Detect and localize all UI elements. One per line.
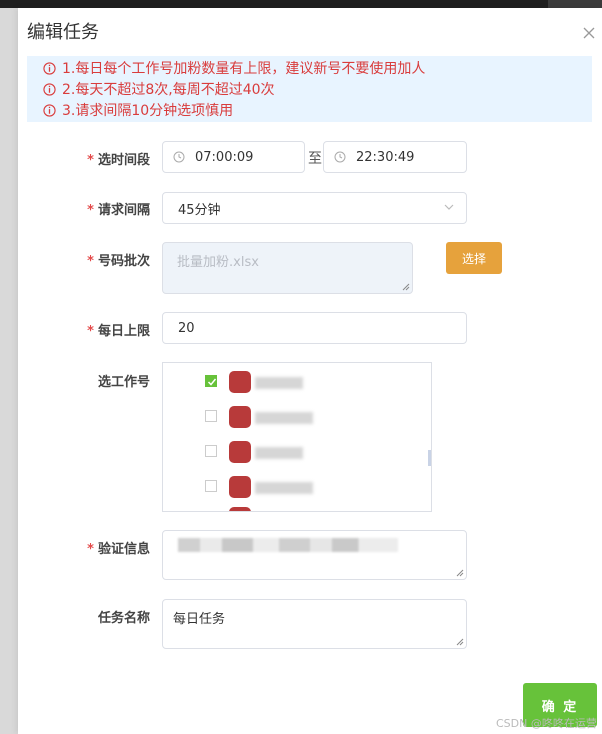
alert-line: 1.每日每个工作号加粉数量有上限，建议新号不要使用加人 bbox=[43, 58, 425, 78]
range-separator: 至 bbox=[308, 151, 322, 167]
background-page bbox=[0, 8, 18, 734]
alert-line: 2.每天不超过8次,每周不超过40次 bbox=[43, 79, 275, 99]
start-time-input[interactable]: 07:00:09 bbox=[162, 141, 305, 173]
task-name-value: 每日任务 bbox=[173, 612, 226, 627]
redacted-name bbox=[255, 412, 313, 424]
batch-file-input: 批量加粉.xlsx bbox=[162, 242, 413, 294]
resize-handle-icon bbox=[456, 569, 464, 577]
daily-limit-label: * 每日上限 bbox=[87, 324, 150, 339]
resize-handle-icon bbox=[456, 638, 464, 646]
interval-select[interactable]: 45分钟 bbox=[162, 192, 467, 224]
daily-limit-input[interactable]: 20 bbox=[162, 312, 467, 344]
worker-item[interactable] bbox=[205, 474, 217, 498]
interval-value: 45分钟 bbox=[178, 202, 221, 218]
redacted-name bbox=[255, 447, 303, 459]
close-icon[interactable] bbox=[582, 26, 596, 40]
redacted-name bbox=[255, 377, 303, 389]
dialog-title: 编辑任务 bbox=[27, 22, 99, 43]
worker-checkbox[interactable] bbox=[205, 480, 217, 492]
time-range-label: * 选时间段 bbox=[87, 153, 150, 168]
alert-text: 3.请求间隔10分钟选项慎用 bbox=[62, 103, 234, 119]
workers-label: 选工作号 bbox=[97, 375, 150, 390]
avatar bbox=[229, 441, 251, 463]
worker-item[interactable] bbox=[205, 369, 217, 393]
worker-item[interactable] bbox=[205, 439, 217, 463]
info-icon bbox=[43, 103, 56, 117]
worker-item[interactable] bbox=[205, 404, 217, 428]
verify-label: * 验证信息 bbox=[87, 542, 150, 557]
info-icon bbox=[43, 61, 56, 75]
task-name-label: 任务名称 bbox=[97, 611, 150, 626]
watermark: CSDN @咚咚在运营 bbox=[496, 717, 597, 730]
resize-handle-icon bbox=[402, 283, 410, 291]
worker-checkbox[interactable] bbox=[205, 410, 217, 422]
redacted-name bbox=[255, 482, 313, 494]
worker-checkbox-checked[interactable] bbox=[205, 375, 217, 387]
batch-file-name: 批量加粉.xlsx bbox=[177, 255, 259, 270]
scrollbar[interactable] bbox=[428, 450, 431, 466]
redacted-verify-text bbox=[178, 538, 398, 552]
edit-task-dialog: 编辑任务 1.每日每个工作号加粉数量有上限，建议新号不要使用加人 2.每天不超过… bbox=[18, 8, 602, 734]
avatar bbox=[229, 371, 251, 393]
task-name-input[interactable]: 每日任务 bbox=[162, 599, 467, 649]
end-time-input[interactable]: 22:30:49 bbox=[323, 141, 467, 173]
info-icon bbox=[43, 82, 56, 96]
daily-limit-value: 20 bbox=[178, 320, 195, 336]
alert-text: 2.每天不超过8次,每周不超过40次 bbox=[62, 82, 275, 98]
alert-line: 3.请求间隔10分钟选项慎用 bbox=[43, 100, 233, 120]
avatar bbox=[229, 476, 251, 498]
select-file-button[interactable]: 选择 bbox=[446, 242, 502, 274]
worker-checkbox[interactable] bbox=[205, 445, 217, 457]
checkmark-icon bbox=[207, 378, 217, 386]
chevron-down-icon bbox=[444, 204, 454, 210]
start-time-value: 07:00:09 bbox=[195, 149, 254, 165]
interval-label: * 请求间隔 bbox=[87, 203, 150, 218]
avatar bbox=[229, 507, 251, 511]
clock-icon bbox=[334, 151, 346, 163]
avatar bbox=[229, 406, 251, 428]
alert-text: 1.每日每个工作号加粉数量有上限，建议新号不要使用加人 bbox=[62, 61, 426, 77]
batch-label: * 号码批次 bbox=[87, 254, 150, 269]
warning-alert: 1.每日每个工作号加粉数量有上限，建议新号不要使用加人 2.每天不超过8次,每周… bbox=[27, 56, 592, 122]
top-bar-accent bbox=[548, 0, 602, 8]
top-bar bbox=[0, 0, 602, 8]
end-time-value: 22:30:49 bbox=[356, 149, 415, 165]
clock-icon bbox=[173, 151, 185, 163]
worker-list[interactable] bbox=[162, 362, 432, 512]
